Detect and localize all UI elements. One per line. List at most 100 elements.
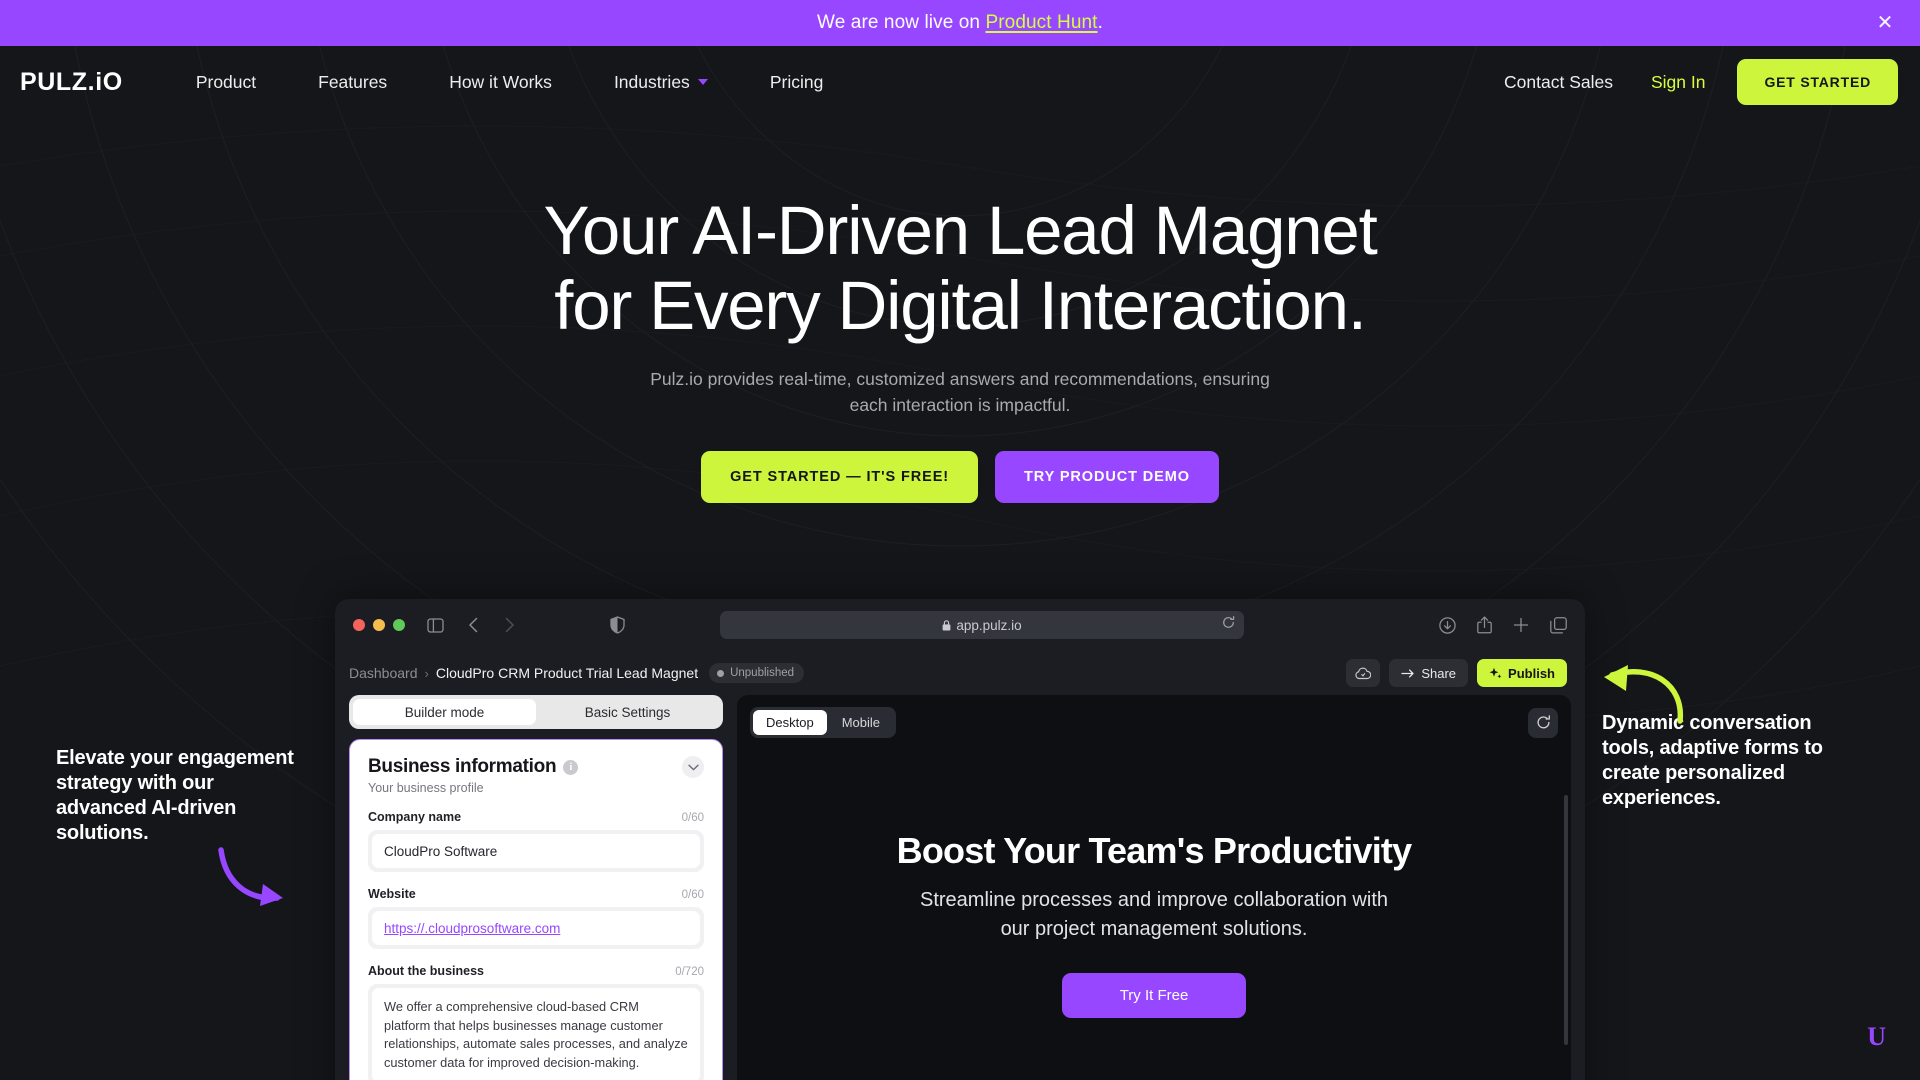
tab-mobile[interactable]: Mobile — [829, 710, 893, 735]
close-icon[interactable]: ✕ — [1872, 10, 1898, 36]
cloud-save-icon[interactable] — [1346, 659, 1381, 687]
hero-section: Your AI-Driven Lead Magnet for Every Dig… — [0, 118, 1920, 504]
back-arrow-icon[interactable] — [468, 617, 479, 633]
business-information-card: Business information i Your business pro… — [349, 739, 723, 1080]
minimize-window-button[interactable] — [373, 619, 385, 631]
breadcrumb-current: CloudPro CRM Product Trial Lead Magnet — [435, 665, 699, 681]
nav-link-pricing[interactable]: Pricing — [739, 72, 855, 93]
url-text: app.pulz.io — [956, 617, 1022, 633]
get-started-button[interactable]: GET STARTED — [1737, 59, 1898, 105]
device-toggle: Desktop Mobile — [750, 707, 896, 738]
preview-subtitle-line1: Streamline processes and improve collabo… — [919, 889, 1388, 912]
window-controls — [353, 619, 405, 631]
page-title: Your AI-Driven Lead Magnet for Every Dig… — [0, 193, 1920, 343]
company-name-input[interactable]: CloudPro Software — [372, 834, 700, 868]
tab-builder-mode[interactable]: Builder mode — [353, 699, 536, 725]
nav-link-how-it-works[interactable]: How it Works — [418, 72, 583, 93]
field-company-name-label: Company name — [368, 810, 462, 824]
tab-basic-settings[interactable]: Basic Settings — [536, 699, 719, 725]
field-company-name-wrap: CloudPro Software — [368, 830, 704, 872]
hero-subtitle-line1: Pulz.io provides real-time, customized a… — [650, 369, 1270, 390]
field-website-wrap: https://.cloudprosoftware.com — [368, 907, 704, 949]
plus-icon[interactable] — [1513, 617, 1529, 633]
preview-title: Boost Your Team's Productivity — [896, 830, 1412, 872]
card-title-group: Business information i — [368, 756, 579, 778]
contact-sales-link[interactable]: Contact Sales — [1482, 72, 1635, 93]
tab-desktop[interactable]: Desktop — [753, 710, 827, 735]
field-about-business-wrap: We offer a comprehensive cloud-based CRM… — [368, 984, 704, 1080]
share-button-label: Share — [1421, 665, 1457, 681]
preview-content: Boost Your Team's Productivity Streamlin… — [737, 749, 1571, 1080]
download-icon[interactable] — [1439, 616, 1456, 634]
browser-chrome: app.pulz.io — [335, 599, 1585, 651]
field-website-label: Website — [368, 887, 416, 901]
nav-links: Product Features How it Works Industries… — [165, 72, 855, 93]
hero-title-line2: for Every Digital Interaction. — [554, 267, 1367, 345]
preview-scrollbar[interactable] — [1564, 795, 1568, 1045]
tabs-icon[interactable] — [1550, 616, 1567, 634]
publish-button[interactable]: Publish — [1477, 659, 1567, 687]
sign-in-link[interactable]: Sign In — [1635, 72, 1721, 93]
browser-toolbar-right — [1421, 616, 1567, 634]
hero-cta-group: GET STARTED — IT'S FREE! TRY PRODUCT DEM… — [0, 451, 1920, 504]
publish-button-label: Publish — [1508, 665, 1555, 681]
announcement-text-before: We are now live on — [817, 12, 986, 33]
browser-mockup: app.pulz.io Dashboard › CloudPro CRM Pro… — [335, 599, 1585, 1080]
product-hunt-link[interactable]: Product Hunt — [985, 12, 1097, 33]
nav-link-features[interactable]: Features — [287, 72, 418, 93]
about-business-textarea[interactable]: We offer a comprehensive cloud-based CRM… — [372, 988, 700, 1080]
callout-arrow-right-icon — [1604, 665, 1683, 724]
field-about-business: About the business 0/720 We offer a comp… — [368, 964, 704, 1080]
share-button[interactable]: Share — [1389, 659, 1469, 687]
nav-link-pricing-label: Pricing — [769, 71, 824, 92]
hero-title-line1: Your AI-Driven Lead Magnet — [543, 192, 1377, 269]
card-title: Business information — [368, 756, 557, 777]
field-company-name-header: Company name 0/60 — [368, 810, 704, 824]
announcement-banner: We are now live on Product Hunt. ✕ — [0, 0, 1920, 46]
forward-arrow-icon[interactable] — [504, 617, 515, 633]
chevron-down-icon[interactable] — [682, 756, 704, 778]
sparkle-icon — [1489, 667, 1502, 678]
card-subtitle: Your business profile — [368, 781, 484, 795]
preview-toolbar: Desktop Mobile — [750, 707, 1558, 738]
address-bar[interactable]: app.pulz.io — [720, 611, 1244, 639]
nav-link-industries[interactable]: Industries — [583, 72, 739, 93]
nav-link-product-label: Product — [195, 71, 257, 92]
callout-arrow-left-icon — [218, 847, 283, 906]
app-breadcrumb-bar: Dashboard › CloudPro CRM Product Trial L… — [335, 651, 1585, 695]
field-company-name-counter: 0/60 — [681, 812, 704, 824]
field-company-name: Company name 0/60 CloudPro Software — [368, 810, 704, 872]
close-window-button[interactable] — [353, 619, 365, 631]
preview-panel: Desktop Mobile Boost Your Team's Product… — [737, 695, 1571, 1080]
chevron-down-icon — [697, 79, 708, 85]
share-icon[interactable] — [1477, 616, 1492, 634]
field-about-business-header: About the business 0/720 — [368, 964, 704, 978]
nav-link-product[interactable]: Product — [165, 72, 287, 93]
announcement-text: We are now live on Product Hunt. — [817, 12, 1103, 34]
nav-link-industries-label: Industries — [613, 71, 690, 92]
breadcrumb-separator: › — [424, 665, 429, 681]
sidebar-toggle-icon[interactable] — [427, 617, 444, 633]
announcement-text-after: . — [1097, 12, 1103, 33]
hero-subtitle-line2: each interaction is impactful. — [849, 394, 1071, 415]
reload-icon[interactable] — [1222, 615, 1235, 634]
refresh-icon[interactable] — [1528, 707, 1558, 738]
status-badge-label: Unpublished — [730, 667, 795, 679]
logo[interactable]: PULZ.iO — [20, 68, 123, 97]
chat-widget-button[interactable]: U — [1867, 1022, 1886, 1052]
info-icon[interactable]: i — [563, 759, 579, 775]
field-about-business-label: About the business — [368, 964, 484, 978]
website-input[interactable]: https://.cloudprosoftware.com — [372, 911, 700, 945]
builder-workspace: Builder mode Basic Settings Business inf… — [335, 695, 1585, 1080]
nav-actions: Contact Sales Sign In GET STARTED — [1482, 59, 1898, 105]
preview-subtitle: Streamline processes and improve collabo… — [920, 886, 1388, 943]
card-header: Business information i Your business pro… — [368, 756, 704, 795]
preview-try-it-free-button[interactable]: Try It Free — [1061, 972, 1247, 1018]
hero-get-started-button[interactable]: GET STARTED — IT'S FREE! — [701, 451, 979, 504]
maximize-window-button[interactable] — [393, 619, 405, 631]
shield-icon[interactable] — [610, 616, 625, 634]
breadcrumb-dashboard[interactable]: Dashboard — [349, 665, 418, 681]
status-badge: Unpublished — [709, 663, 805, 683]
builder-left-panel: Builder mode Basic Settings Business inf… — [349, 695, 723, 1080]
hero-try-demo-button[interactable]: TRY PRODUCT DEMO — [995, 451, 1219, 504]
